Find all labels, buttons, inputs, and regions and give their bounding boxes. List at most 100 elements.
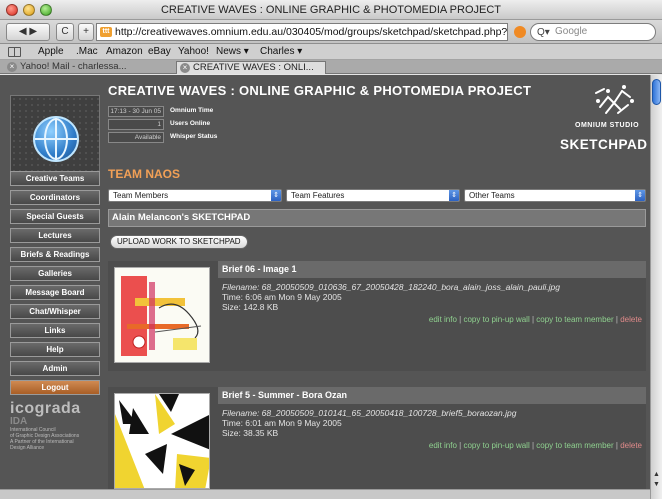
- window-title: CREATIVE WAVES : ONLINE GRAPHIC & PHOTOM…: [160, 4, 502, 16]
- url-field[interactable]: ttt http://creativewaves.omnium.edu.au/0…: [96, 23, 508, 41]
- sidebar-item-creative-teams[interactable]: Creative Teams: [10, 171, 100, 186]
- web-page: CREATIVE WAVES : ONLINE GRAPHIC & PHOTOM…: [0, 75, 650, 499]
- separator: |: [615, 315, 618, 324]
- separator: |: [459, 315, 462, 324]
- upload-work-button[interactable]: UPLOAD WORK TO SKETCHPAD: [110, 235, 248, 249]
- sidebar-item-message-board[interactable]: Message Board: [10, 285, 100, 300]
- select-value: Team Features: [291, 191, 345, 200]
- select-value: Other Teams: [469, 191, 515, 200]
- copy-to-team-member-link[interactable]: copy to team member: [536, 441, 613, 450]
- sidebar-item-logout[interactable]: Logout: [10, 380, 100, 395]
- entry-actions: edit info | copy to pin-up wall | copy t…: [429, 315, 642, 324]
- site-title: CREATIVE WAVES : ONLINE GRAPHIC & PHOTOM…: [108, 83, 532, 98]
- team-features-select[interactable]: Team Features ⇕: [286, 189, 460, 202]
- tab-yahoo-mail[interactable]: × Yahoo! Mail - charlessa...: [4, 61, 174, 74]
- browser-toolbar: ◀ ▶ C + ttt http://creativewaves.omnium.…: [0, 20, 662, 44]
- omnium-studio-label: OMNIUM STUDIO: [575, 122, 640, 129]
- sidebar-item-coordinators[interactable]: Coordinators: [10, 190, 100, 205]
- omnium-time-label: Omnium Time: [170, 107, 214, 114]
- bookmark-amazon[interactable]: Amazon: [106, 45, 143, 59]
- icograda-caption-line: Design Alliance: [10, 445, 45, 451]
- bookmarks-book-icon[interactable]: [8, 47, 21, 57]
- entry-filename: Filename: 68_20050509_010141_65_20050418…: [222, 408, 516, 418]
- separator: |: [531, 441, 535, 450]
- team-selects: Team Members ⇕ Team Features ⇕ Other Tea…: [108, 189, 646, 202]
- copy-to-pin-up-wall-link[interactable]: copy to pin-up wall: [463, 315, 529, 324]
- delete-link[interactable]: delete: [620, 315, 642, 324]
- other-teams-select[interactable]: Other Teams ⇕: [464, 189, 646, 202]
- entry-title: Brief 06 - Image 1: [218, 261, 646, 278]
- icograda-logo[interactable]: icograda IDA International Council of Gr…: [10, 400, 104, 451]
- scroll-down-arrow-icon[interactable]: ▼: [653, 481, 660, 488]
- tab-label: CREATIVE WAVES : ONLI...: [193, 62, 314, 73]
- tab-bar: × Yahoo! Mail - charlessa... × CREATIVE …: [0, 60, 662, 74]
- copy-to-pin-up-wall-link[interactable]: copy to pin-up wall: [463, 441, 529, 450]
- entry-title: Brief 5 - Summer - Bora Ozan: [218, 387, 646, 404]
- title-bar: CREATIVE WAVES : ONLINE GRAPHIC & PHOTOM…: [0, 0, 662, 20]
- entry-thumbnail-image[interactable]: [114, 267, 210, 363]
- bookmarks-bar: Apple .Mac Amazon eBay Yahoo! News ▾ Cha…: [0, 44, 662, 60]
- close-tab-icon[interactable]: ×: [7, 62, 17, 72]
- entry-filename: Filename: 68_20050509_010636_67_20050428…: [222, 282, 560, 292]
- sidebar-item-chat-whisper[interactable]: Chat/Whisper: [10, 304, 100, 319]
- artwork-thumbnail-icon: [115, 394, 209, 488]
- reload-button[interactable]: C: [56, 23, 74, 41]
- edit-info-link[interactable]: edit info: [429, 441, 457, 450]
- separator: |: [459, 441, 462, 450]
- sketchpad-owner-title: Alain Melancon's SKETCHPAD: [108, 209, 646, 227]
- entry-time: Time: 6:01 am Mon 9 May 2005: [222, 418, 342, 428]
- search-input[interactable]: Q▾ Google: [530, 23, 656, 41]
- globe-icon: [33, 116, 79, 162]
- team-members-select[interactable]: Team Members ⇕: [108, 189, 282, 202]
- separator: |: [615, 441, 618, 450]
- artwork-thumbnail-icon: [115, 268, 209, 362]
- omnium-time-value: 17:13 - 30 Jun 05: [108, 106, 164, 117]
- sidebar-item-links[interactable]: Links: [10, 323, 100, 338]
- whisper-status-value[interactable]: Available: [108, 132, 164, 143]
- delete-link[interactable]: delete: [620, 441, 642, 450]
- favicon-icon: ttt: [100, 27, 112, 37]
- sidebar-item-special-guests[interactable]: Special Guests: [10, 209, 100, 224]
- bookmark-mac[interactable]: .Mac: [76, 45, 98, 59]
- sidebar-item-lectures[interactable]: Lectures: [10, 228, 100, 243]
- bookmark-apple[interactable]: Apple: [38, 45, 64, 59]
- whisper-status-label: Whisper Status: [170, 133, 218, 140]
- tab-creative-waves[interactable]: × CREATIVE WAVES : ONLI...: [176, 61, 326, 74]
- bookmark-ebay[interactable]: eBay: [148, 45, 171, 59]
- url-text: http://creativewaves.omnium.edu.au/03040…: [115, 26, 508, 38]
- entry-actions: edit info | copy to pin-up wall | copy t…: [429, 441, 642, 450]
- bookmark-yahoo[interactable]: Yahoo!: [178, 45, 209, 59]
- sidebar-item-galleries[interactable]: Galleries: [10, 266, 100, 281]
- select-arrow-icon: ⇕: [635, 190, 645, 201]
- entry-filename-text: Filename: 68_20050509_010636_67_20050428…: [222, 282, 560, 292]
- sidebar-item-help[interactable]: Help: [10, 342, 100, 357]
- vertical-scrollbar[interactable]: ▲ ▼: [650, 75, 662, 499]
- users-online-value: 1: [108, 119, 164, 130]
- back-forward-button[interactable]: ◀ ▶: [6, 23, 50, 41]
- entry-thumbnail-image[interactable]: [114, 393, 210, 489]
- entry-size: Size: 38.35 KB: [222, 428, 279, 438]
- sketchpad-heading: SKETCHPAD: [560, 137, 648, 152]
- search-placeholder: Google: [555, 26, 588, 37]
- entry-time: Time: 6:06 am Mon 9 May 2005: [222, 292, 342, 302]
- bookmark-news[interactable]: News ▾: [216, 45, 249, 59]
- scroll-up-arrow-icon[interactable]: ▲: [653, 471, 660, 478]
- sketch-entry: Brief 5 - Summer - Bora Ozan Filename: 6…: [108, 387, 646, 499]
- bookmark-charles[interactable]: Charles ▾: [260, 45, 302, 59]
- sketch-entry: Brief 06 - Image 1 Filename: 68_20050509…: [108, 261, 646, 371]
- search-icon: Q▾: [537, 27, 550, 38]
- select-arrow-icon: ⇕: [271, 190, 281, 201]
- select-arrow-icon: ⇕: [449, 190, 459, 201]
- add-bookmark-button[interactable]: +: [78, 23, 94, 41]
- select-value: Team Members: [113, 191, 169, 200]
- snapback-icon[interactable]: [514, 26, 526, 38]
- sidebar-item-admin[interactable]: Admin: [10, 361, 100, 376]
- scrollbar-thumb[interactable]: [652, 79, 661, 105]
- entry-size: Size: 142.8 KB: [222, 302, 279, 312]
- edit-info-link[interactable]: edit info: [429, 315, 457, 324]
- sidebar-item-briefs-readings[interactable]: Briefs & Readings: [10, 247, 100, 262]
- close-tab-icon[interactable]: ×: [180, 63, 190, 73]
- status-bar: [0, 489, 650, 499]
- users-online-label: Users Online: [170, 120, 211, 127]
- copy-to-team-member-link[interactable]: copy to team member: [536, 315, 613, 324]
